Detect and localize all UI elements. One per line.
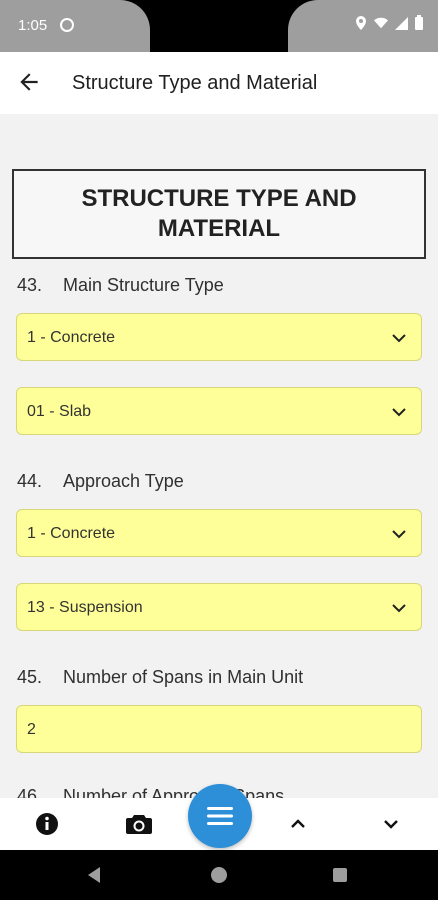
battery-icon <box>415 15 423 30</box>
approach-design-select[interactable]: 13 - Suspension <box>16 583 422 631</box>
chevron-down-icon <box>392 530 406 539</box>
status-icons <box>354 15 424 31</box>
app-bar: Structure Type and Material <box>0 52 438 114</box>
chevron-down-icon <box>392 334 406 343</box>
sync-icon <box>60 18 74 32</box>
section-title: STRUCTURE TYPE AND MATERIAL <box>81 185 357 242</box>
approach-material-select[interactable]: 1 - Concrete <box>16 509 422 557</box>
question-text: Number of Spans in Main Unit <box>63 667 304 687</box>
signal-icon <box>395 17 408 30</box>
status-time: 1:05 <box>18 17 48 34</box>
question-number: 44. <box>17 471 43 491</box>
chevron-down-icon <box>392 408 406 417</box>
input-value: 2 <box>27 721 36 738</box>
scroll-up-button[interactable] <box>284 810 312 838</box>
back-arrow-icon[interactable] <box>16 69 42 95</box>
system-navigation-bar <box>0 850 438 900</box>
main-structure-design-select[interactable]: 01 - Slab <box>16 387 422 435</box>
main-structure-material-select[interactable]: 1 - Concrete <box>16 313 422 361</box>
location-icon <box>356 16 366 30</box>
chevron-down-icon <box>392 604 406 613</box>
question-label-45: 45. Number of Spans in Main Unit <box>17 667 303 688</box>
page-title: Structure Type and Material <box>72 72 318 94</box>
question-number: 43. <box>17 275 43 295</box>
system-home-icon[interactable] <box>211 867 227 883</box>
scroll-down-button[interactable] <box>377 810 405 838</box>
wifi-icon <box>374 17 388 29</box>
question-number: 45. <box>17 667 43 687</box>
select-value: 13 - Suspension <box>27 599 143 616</box>
camera-button[interactable] <box>125 810 153 838</box>
select-value: 1 - Concrete <box>27 525 116 542</box>
question-label-44: 44. Approach Type <box>17 471 184 492</box>
question-label-43: 43. Main Structure Type <box>17 275 224 296</box>
question-text: Number of Approach Spans <box>63 786 285 798</box>
question-number: 46. <box>17 786 43 798</box>
system-back-icon[interactable] <box>88 867 100 883</box>
chevron-down-icon <box>384 820 398 829</box>
question-text: Main Structure Type <box>63 275 224 295</box>
section-header: STRUCTURE TYPE AND MATERIAL <box>12 169 426 259</box>
question-text: Approach Type <box>63 471 184 491</box>
system-recents-icon[interactable] <box>333 868 347 882</box>
select-value: 1 - Concrete <box>27 329 116 346</box>
status-bar: 1:05 <box>0 0 438 52</box>
info-button[interactable] <box>33 810 61 838</box>
menu-icon <box>207 807 233 825</box>
camera-icon <box>126 815 152 834</box>
info-icon <box>36 813 58 835</box>
form-content[interactable]: STRUCTURE TYPE AND MATERIAL 43. Main Str… <box>0 114 438 798</box>
chevron-up-icon <box>291 819 305 828</box>
spans-main-unit-input[interactable]: 2 <box>16 705 422 753</box>
menu-fab-button[interactable] <box>188 784 252 848</box>
select-value: 01 - Slab <box>27 403 92 420</box>
